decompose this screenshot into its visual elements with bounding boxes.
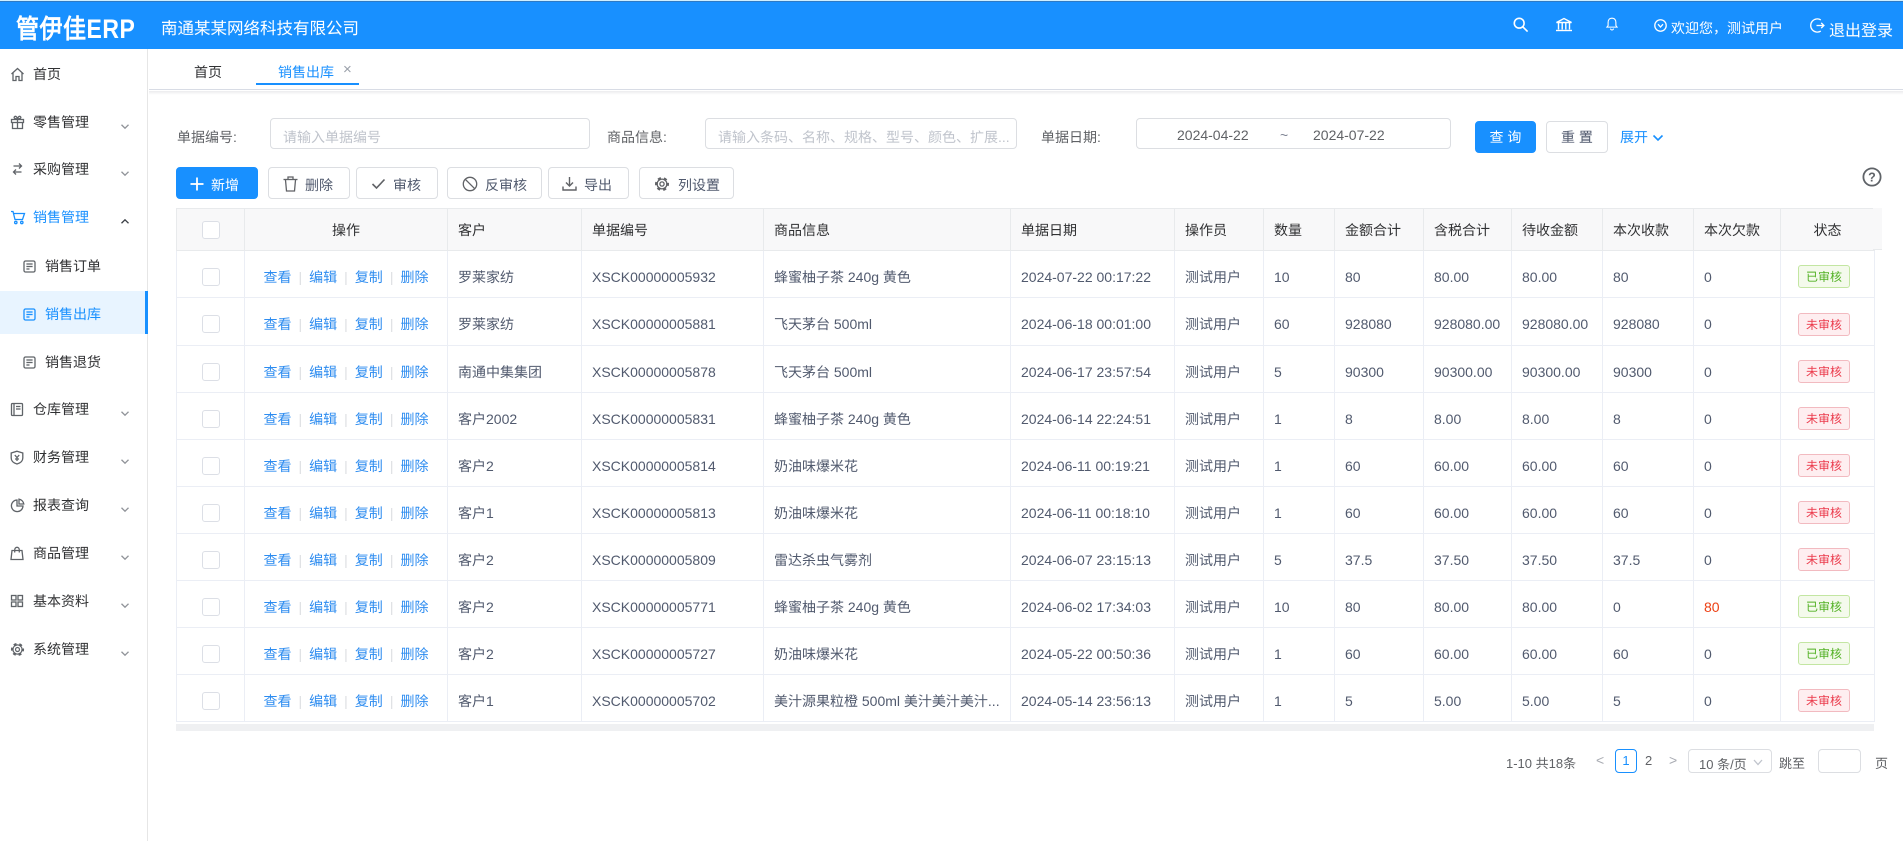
svg-text:?: ? (1868, 170, 1876, 184)
